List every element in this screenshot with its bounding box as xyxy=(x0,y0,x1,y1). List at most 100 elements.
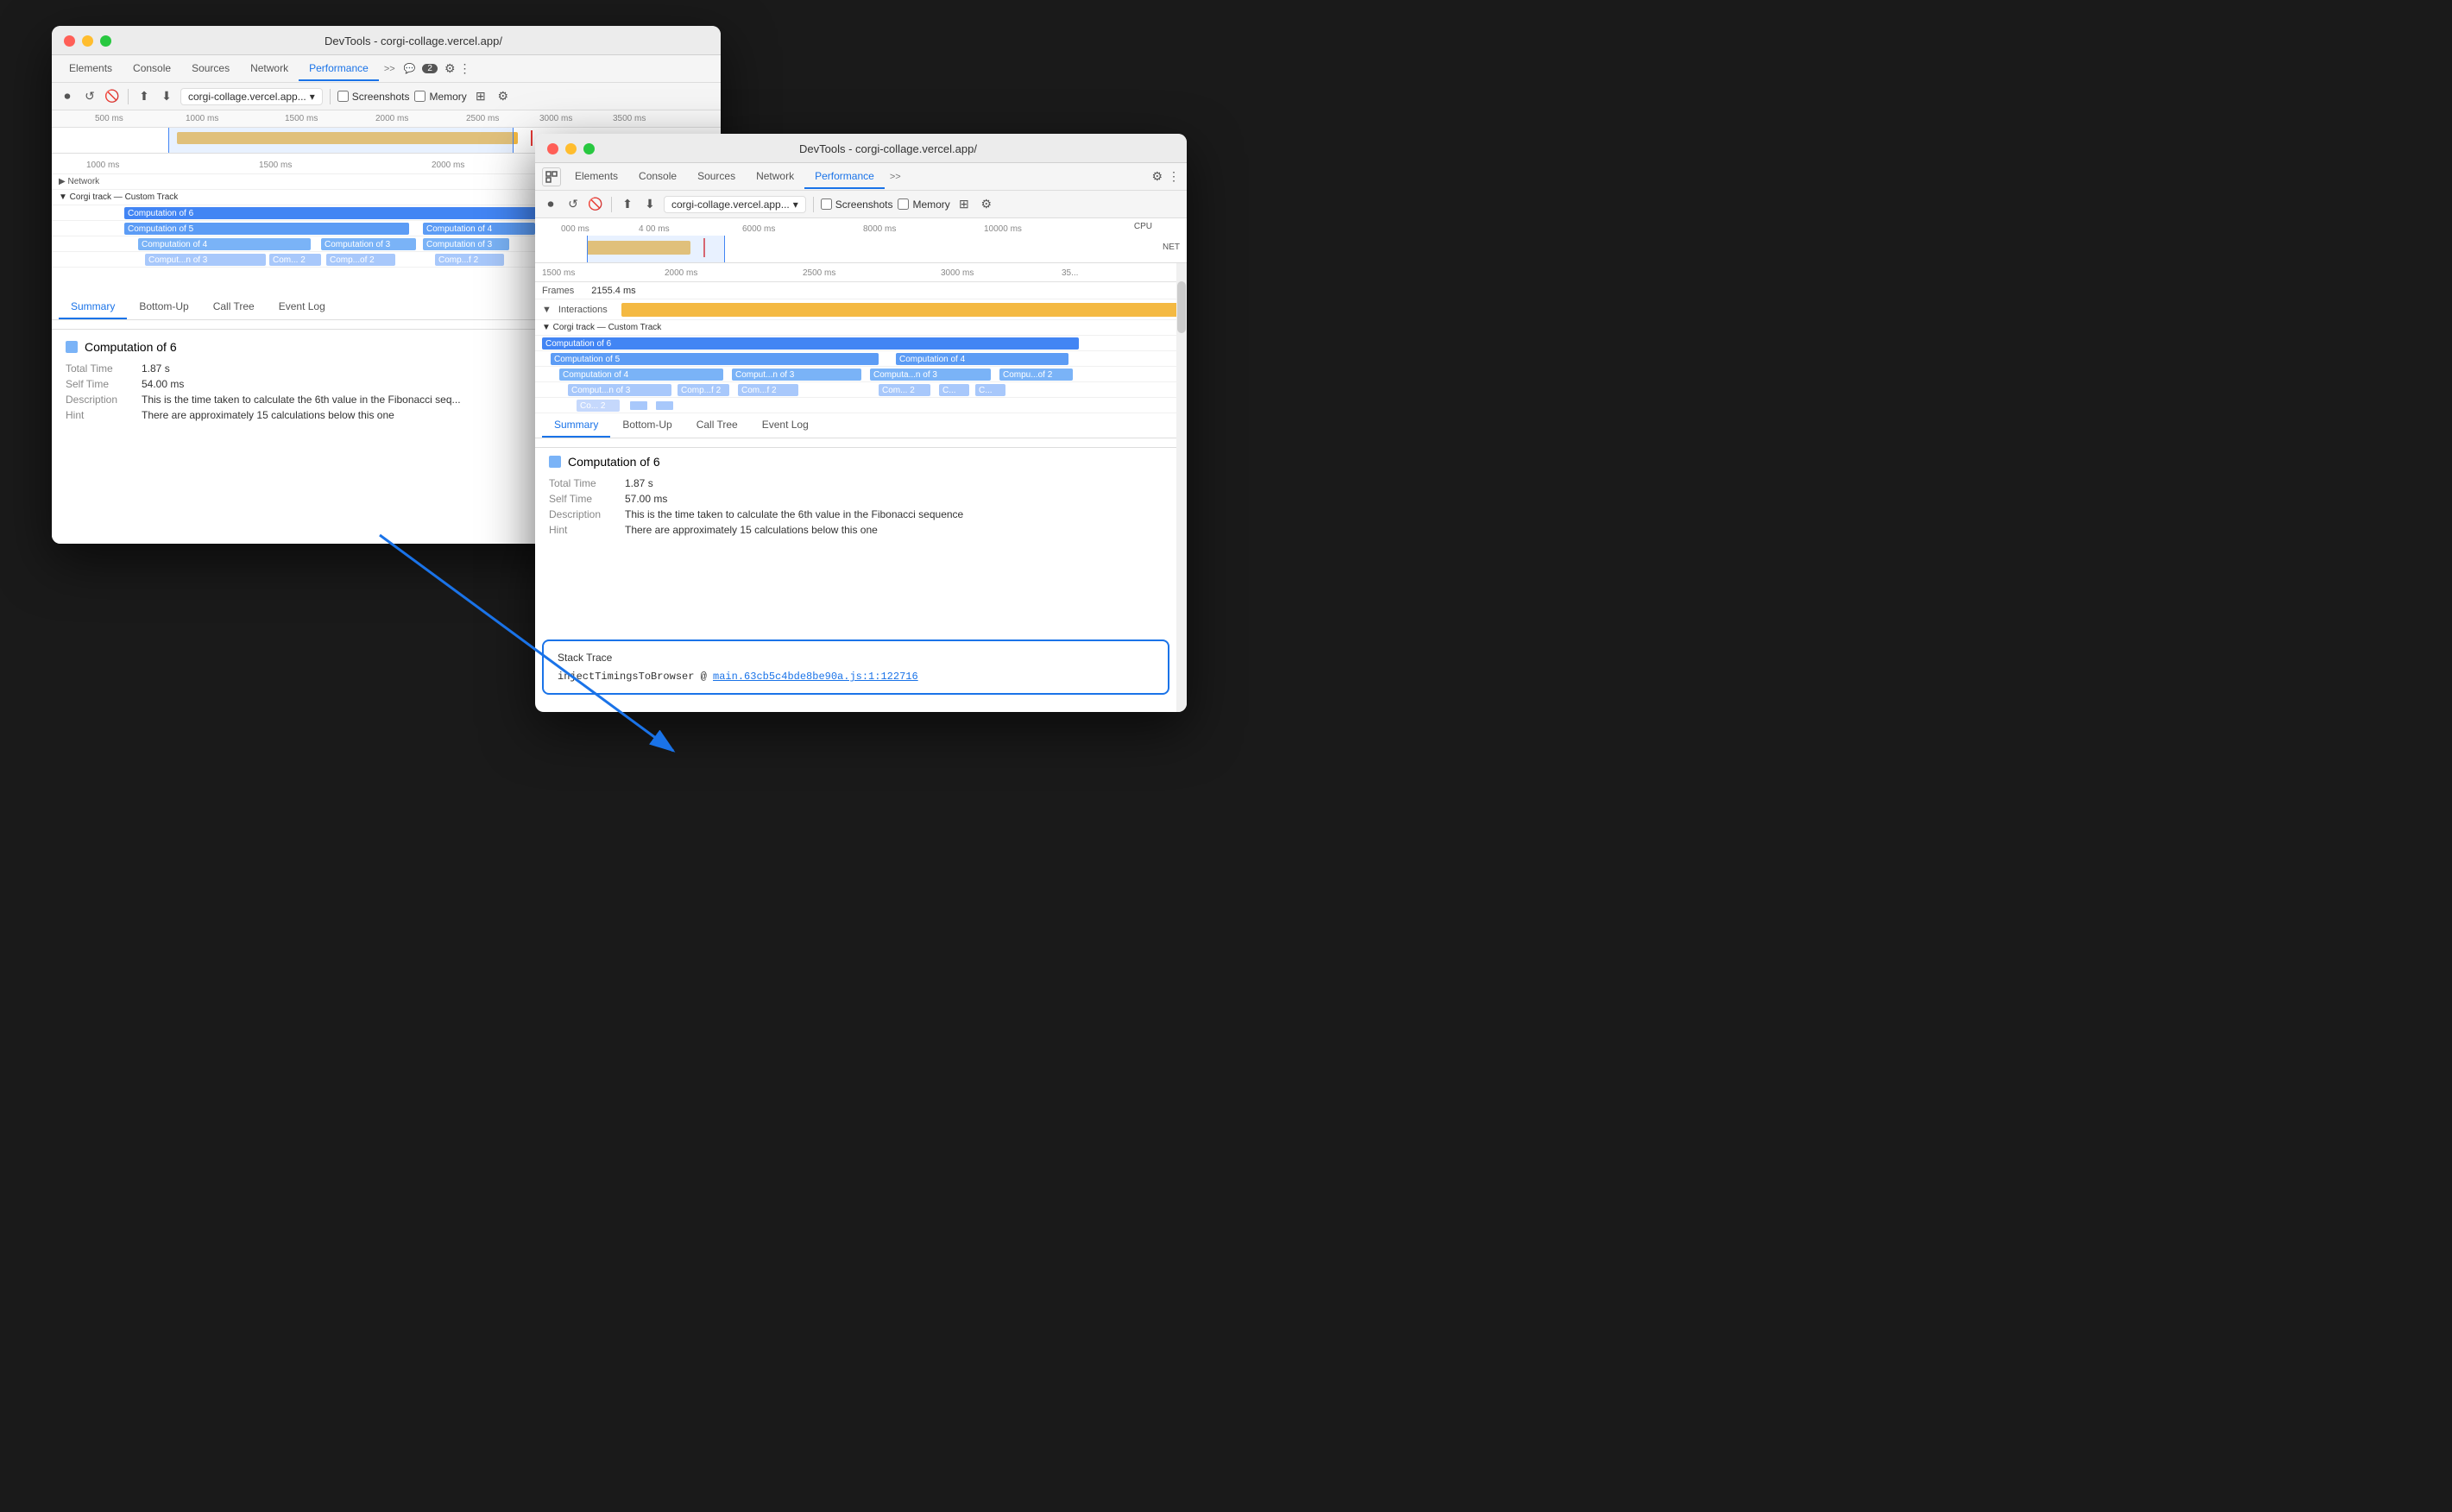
tab-elements-1[interactable]: Elements xyxy=(59,57,123,81)
upload-icon-1[interactable]: ⬆ xyxy=(136,88,153,105)
comp2c-bar-2[interactable]: Com...f 2 xyxy=(738,384,798,396)
close-button-1[interactable] xyxy=(64,35,75,47)
desc-val-2: This is the time taken to calculate the … xyxy=(625,508,963,520)
screenshots-check-2[interactable] xyxy=(821,198,832,210)
download-icon-1[interactable]: ⬇ xyxy=(158,88,175,105)
event-log-tab-2[interactable]: Event Log xyxy=(750,413,821,438)
tick-t1: 000 ms xyxy=(561,224,589,234)
clear-icon-2[interactable]: 🚫 xyxy=(587,196,604,213)
bottom-up-tab-2[interactable]: Bottom-Up xyxy=(610,413,684,438)
comp3a-bar-1[interactable]: Computation of 3 xyxy=(321,238,416,250)
menu-icon-2[interactable]: ⋮ xyxy=(1168,169,1180,184)
comp3a-bar-2[interactable]: Comput...n of 3 xyxy=(732,369,861,381)
main-tick-35: 35... xyxy=(1062,268,1078,278)
memory-checkbox-2[interactable]: Memory xyxy=(898,198,949,211)
clear-icon-1[interactable]: 🚫 xyxy=(104,88,121,105)
scroll-thumb-2[interactable] xyxy=(1177,281,1186,333)
triangle-interactions-2: ▼ xyxy=(542,305,552,315)
comp2a-bar-2[interactable]: Compu...of 2 xyxy=(999,369,1073,381)
comp2d-bar-2[interactable]: Com... 2 xyxy=(879,384,930,396)
memory-check-1[interactable] xyxy=(414,91,425,102)
c1-bar-2[interactable]: C... xyxy=(939,384,969,396)
comp3b-bar-2[interactable]: Computa...n of 3 xyxy=(870,369,991,381)
tab-network-1[interactable]: Network xyxy=(240,57,299,81)
screenshots-check-1[interactable] xyxy=(337,91,349,102)
reload-icon-1[interactable]: ↺ xyxy=(81,88,98,105)
call-tree-tab-2[interactable]: Call Tree xyxy=(684,413,750,438)
tab-performance-1[interactable]: Performance xyxy=(299,57,379,81)
settings-icon-2[interactable]: ⚙ xyxy=(1151,169,1163,184)
memory-check-2[interactable] xyxy=(898,198,909,210)
tab-more-2[interactable]: >> xyxy=(885,172,906,182)
comp2b-bar-2[interactable]: Comp...f 2 xyxy=(678,384,729,396)
stack-trace-code-2: injectTimingsToBrowser @ main.63cb5c4bde… xyxy=(558,671,1154,683)
download-icon-2[interactable]: ⬇ xyxy=(641,196,659,213)
comp2a-bar-1[interactable]: Com... 2 xyxy=(269,254,321,266)
comp3c-bar-1[interactable]: Comput...n of 3 xyxy=(145,254,266,266)
upload-icon-2[interactable]: ⬆ xyxy=(619,196,636,213)
url-box-1[interactable]: corgi-collage.vercel.app... ▾ xyxy=(180,88,323,105)
comp4-bar-2[interactable]: Computation of 4 xyxy=(896,353,1068,365)
settings-icon-1[interactable]: ⚙ xyxy=(444,61,456,76)
bottom-up-tab-1[interactable]: Bottom-Up xyxy=(127,295,200,319)
tick-1000: 1000 ms xyxy=(186,114,218,123)
tab-elements-2[interactable]: Elements xyxy=(564,165,628,189)
scrollbar-2[interactable] xyxy=(1176,263,1187,712)
settings2-icon-1[interactable]: ⚙ xyxy=(495,88,512,105)
comp4b-bar-1[interactable]: Computation of 4 xyxy=(138,238,311,250)
stack-trace-link-2[interactable]: main.63cb5c4bde8be90a.js:1:122716 xyxy=(713,671,918,683)
summary-title-2: Computation of 6 xyxy=(549,455,1173,469)
comp2c-bar-1[interactable]: Comp...f 2 xyxy=(435,254,504,266)
tab-console-2[interactable]: Console xyxy=(628,165,687,189)
url-box-2[interactable]: corgi-collage.vercel.app... ▾ xyxy=(664,196,806,213)
total-time-row-2: Total Time 1.87 s xyxy=(549,477,1173,489)
tab-sources-1[interactable]: Sources xyxy=(181,57,240,81)
co2a-bar-2[interactable]: Co... 2 xyxy=(577,400,620,412)
summary-tab-1[interactable]: Summary xyxy=(59,295,127,319)
mini-selection-1[interactable] xyxy=(168,128,514,154)
reload-icon-2[interactable]: ↺ xyxy=(564,196,582,213)
interactions-label-2: Interactions xyxy=(558,305,608,315)
comp3c-bar-2[interactable]: Comput...n of 3 xyxy=(568,384,671,396)
screenshots-checkbox-1[interactable]: Screenshots xyxy=(337,91,410,103)
comp6-bar-1[interactable]: Computation of 6 xyxy=(124,207,537,219)
badge-1: 2 xyxy=(422,64,438,73)
chat-icon-1[interactable]: 💬 xyxy=(404,63,416,74)
comp3b-bar-1[interactable]: Computation of 3 xyxy=(423,238,509,250)
comp4a-bar-1[interactable]: Computation of 4 xyxy=(423,223,535,235)
comp2b-bar-1[interactable]: Comp...of 2 xyxy=(326,254,395,266)
hint-key-1: Hint xyxy=(66,409,135,421)
settings2-icon-2[interactable]: ⚙ xyxy=(978,196,995,213)
screenshots-checkbox-2[interactable]: Screenshots xyxy=(821,198,893,211)
capture-icon-1[interactable]: ⊞ xyxy=(472,88,489,105)
desc-key-1: Description xyxy=(66,394,135,406)
tab-performance-2[interactable]: Performance xyxy=(804,165,885,189)
event-log-tab-1[interactable]: Event Log xyxy=(267,295,337,319)
tab-more-1[interactable]: >> xyxy=(379,64,400,74)
record-icon-1[interactable]: ⏺ xyxy=(59,88,76,105)
interaction-bar-2 xyxy=(621,303,1180,317)
memory-checkbox-1[interactable]: Memory xyxy=(414,91,466,103)
menu-icon-1[interactable]: ⋮ xyxy=(459,61,471,76)
comp6-bar-2[interactable]: Computation of 6 xyxy=(542,337,1079,350)
c2-bar-2[interactable]: C... xyxy=(975,384,1005,396)
record-icon-2[interactable]: ⏺ xyxy=(542,196,559,213)
call-tree-tab-1[interactable]: Call Tree xyxy=(201,295,267,319)
comp5-bar-1[interactable]: Computation of 5 xyxy=(124,223,409,235)
capture-icon-2[interactable]: ⊞ xyxy=(955,196,973,213)
comp4b-bar-2[interactable]: Computation of 4 xyxy=(559,369,723,381)
record-bar-2: ⏺ ↺ 🚫 ⬆ ⬇ corgi-collage.vercel.app... ▾ … xyxy=(535,191,1187,218)
tab-network-2[interactable]: Network xyxy=(746,165,804,189)
minimize-button-1[interactable] xyxy=(82,35,93,47)
selection-2[interactable] xyxy=(587,236,725,263)
close-button-2[interactable] xyxy=(547,143,558,154)
main-tick-2000: 2000 ms xyxy=(665,268,697,278)
tab-sources-2[interactable]: Sources xyxy=(687,165,746,189)
tab-console-1[interactable]: Console xyxy=(123,57,181,81)
summary-tab-2[interactable]: Summary xyxy=(542,413,610,438)
comp5-bar-2[interactable]: Computation of 5 xyxy=(551,353,879,365)
maximize-button-2[interactable] xyxy=(583,143,595,154)
minimize-button-2[interactable] xyxy=(565,143,577,154)
inspect-icon-2[interactable] xyxy=(542,167,561,186)
maximize-button-1[interactable] xyxy=(100,35,111,47)
